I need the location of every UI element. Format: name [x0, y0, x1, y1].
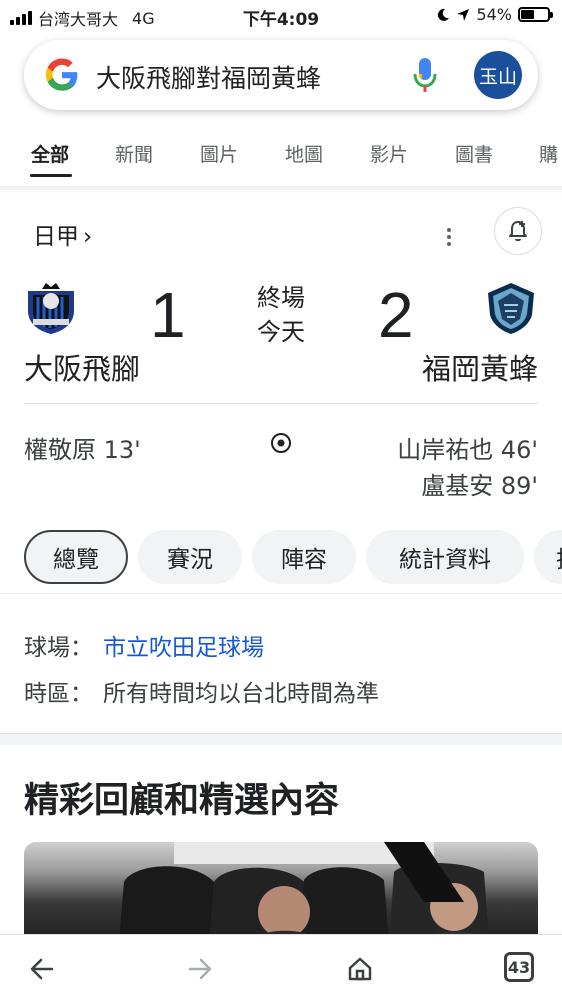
away-scorer-2: 盧基安 89': [421, 472, 538, 500]
moon-icon: [438, 8, 450, 21]
away-score: 2: [378, 279, 414, 351]
match-status: 終場: [257, 284, 305, 312]
score-divider: [24, 403, 538, 404]
away-team-name[interactable]: 福岡黃蜂: [422, 346, 538, 388]
active-tab-indicator: [30, 174, 72, 177]
tab-books[interactable]: 圖書: [455, 140, 493, 167]
tab-news[interactable]: 新聞: [115, 140, 153, 167]
tab-maps[interactable]: 地圖: [285, 140, 323, 167]
timezone-row: 時區： 所有時間均以台北時間為準: [24, 674, 379, 708]
arrow-right-icon: [188, 958, 212, 980]
arrow-left-icon: [30, 958, 54, 980]
bell-add-icon: [509, 221, 527, 242]
timezone-value: 所有時間均以台北時間為準: [103, 681, 379, 707]
tab-all[interactable]: 全部: [31, 140, 69, 167]
tab-shopping[interactable]: 購: [539, 140, 558, 167]
home-button[interactable]: [342, 951, 378, 987]
gamba-osaka-crest-icon: [28, 283, 74, 334]
tabs-divider: [0, 186, 562, 194]
league-link[interactable]: 日甲 ›: [33, 217, 92, 251]
microphone-icon[interactable]: [412, 56, 438, 94]
venue-link[interactable]: 市立吹田足球場: [103, 635, 264, 661]
venue-label: 球場：: [24, 635, 93, 661]
battery-percent: 54%: [476, 5, 512, 24]
more-options-icon[interactable]: [443, 228, 455, 250]
chip-match-events[interactable]: 賽況: [138, 530, 242, 584]
forward-button[interactable]: [182, 951, 218, 987]
chip-lineups[interactable]: 陣容: [252, 530, 356, 584]
home-icon: [348, 957, 372, 981]
highlight-photo-image: [119, 842, 489, 942]
status-bar: 台湾大哥大 4G 下午4:09 54%: [0, 0, 562, 34]
google-logo-icon: [45, 58, 78, 91]
back-button[interactable]: [24, 951, 60, 987]
tab-images[interactable]: 圖片: [200, 140, 238, 167]
chevron-right-icon: ›: [83, 224, 93, 250]
soccer-ball-icon: [271, 433, 291, 453]
chip-stats[interactable]: 統計資料: [366, 530, 524, 584]
highlights-title: 精彩回顧和精選內容: [24, 781, 340, 821]
home-scorer-1: 權敬原 13': [24, 436, 141, 464]
league-name: 日甲: [33, 224, 79, 250]
tab-switcher-button[interactable]: 43: [504, 952, 534, 982]
notification-button[interactable]: [494, 207, 542, 255]
search-query[interactable]: 大阪飛腳對福岡黃蜂: [96, 59, 321, 95]
match-chips: 總覽 賽況 陣容 統計資料 排: [0, 530, 562, 586]
chip-standings[interactable]: 排: [534, 530, 562, 584]
avispa-fukuoka-crest-icon: [488, 283, 534, 334]
tab-videos[interactable]: 影片: [370, 140, 408, 167]
section-gap: [0, 733, 562, 745]
away-scorer-1: 山岸祐也 46': [397, 436, 538, 464]
chip-overview[interactable]: 總覽: [24, 530, 128, 584]
highlight-thumbnail[interactable]: [24, 842, 538, 942]
match-date: 今天: [257, 318, 305, 346]
venue-row: 球場： 市立吹田足球場: [24, 628, 264, 662]
search-bar[interactable]: 大阪飛腳對福岡黃蜂 玉山: [24, 40, 538, 110]
home-team-name[interactable]: 大阪飛腳: [24, 346, 140, 388]
status-right: 54%: [436, 5, 553, 24]
chips-divider: [0, 593, 562, 594]
avatar[interactable]: 玉山: [474, 51, 522, 99]
bottom-navigation: [0, 934, 562, 1000]
location-arrow-icon: [457, 8, 470, 21]
battery-icon: [518, 7, 553, 22]
home-score: 1: [150, 279, 186, 351]
timezone-label: 時區：: [24, 681, 93, 707]
search-tabs: 全部 新聞 圖片 地圖 影片 圖書 購: [0, 132, 562, 180]
